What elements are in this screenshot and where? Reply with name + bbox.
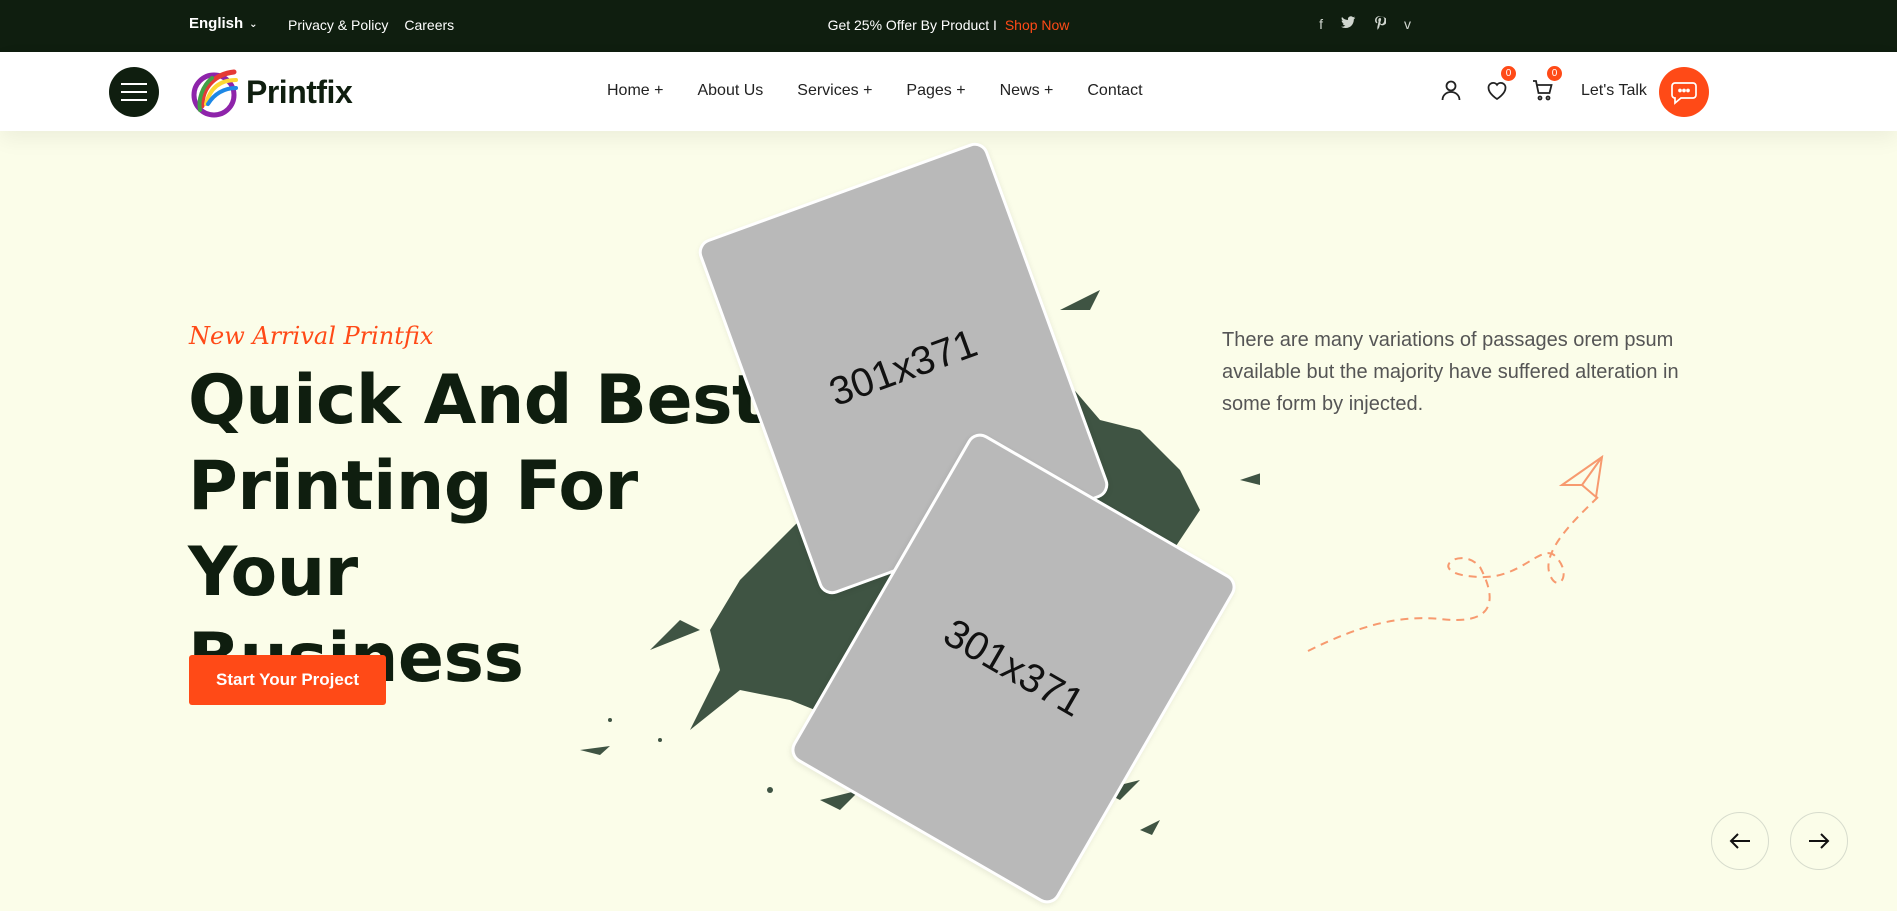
- cart-button[interactable]: 0: [1531, 66, 1562, 102]
- paper-plane-icon: [1307, 455, 1604, 652]
- hamburger-line: [121, 83, 147, 85]
- pinterest-icon[interactable]: [1374, 16, 1388, 33]
- wishlist-count-badge: 0: [1501, 66, 1516, 81]
- nav-item-contact[interactable]: Contact: [1087, 82, 1142, 100]
- header-icons: 0 0: [1439, 66, 1562, 102]
- chat-button[interactable]: [1659, 67, 1709, 117]
- brand-name: Printfix: [246, 73, 353, 110]
- main-header: Printfix Home + About Us Services + Page…: [0, 52, 1897, 131]
- slider-next-button[interactable]: [1790, 812, 1848, 870]
- hero-description: There are many variations of passages or…: [1222, 329, 1679, 415]
- nav-item-about[interactable]: About Us: [697, 82, 763, 100]
- lets-talk-link[interactable]: Let's Talk: [1581, 82, 1647, 100]
- twitter-icon[interactable]: [1341, 16, 1356, 33]
- social-links: f v: [1319, 16, 1411, 33]
- shop-now-link[interactable]: Shop Now: [1005, 17, 1070, 33]
- start-project-button[interactable]: Start Your Project: [189, 655, 386, 705]
- logo[interactable]: Printfix: [188, 66, 353, 118]
- cart-icon: [1533, 80, 1553, 101]
- offer-text: Get 25% Offer By Product I: [827, 17, 997, 33]
- nav-item-services[interactable]: Services +: [797, 82, 872, 100]
- chat-icon: [1671, 82, 1697, 105]
- hamburger-menu-button[interactable]: [109, 67, 159, 117]
- heart-icon: [1487, 82, 1507, 101]
- hero-tagline: New Arrival Printfix: [189, 322, 434, 350]
- logo-icon: [191, 69, 238, 118]
- top-bar: English ⌄ Privacy & Policy Careers Get 2…: [0, 0, 1897, 52]
- nav-item-home[interactable]: Home +: [607, 82, 663, 100]
- arrow-left-icon: [1729, 833, 1750, 849]
- wishlist-button[interactable]: 0: [1485, 66, 1516, 102]
- vimeo-icon[interactable]: v: [1404, 16, 1411, 33]
- arrow-right-icon: [1809, 833, 1830, 849]
- cart-count-badge: 0: [1547, 66, 1562, 81]
- hamburger-line: [121, 99, 147, 101]
- hamburger-line: [121, 91, 147, 93]
- facebook-icon[interactable]: f: [1319, 16, 1323, 33]
- offer-banner: Get 25% Offer By Product I Shop Now: [0, 17, 1897, 33]
- nav-item-pages[interactable]: Pages +: [906, 82, 965, 100]
- nav-item-news[interactable]: News +: [1000, 82, 1054, 100]
- main-nav: Home + About Us Services + Pages + News …: [607, 82, 1143, 100]
- user-icon[interactable]: [1439, 78, 1463, 102]
- slider-prev-button[interactable]: [1711, 812, 1769, 870]
